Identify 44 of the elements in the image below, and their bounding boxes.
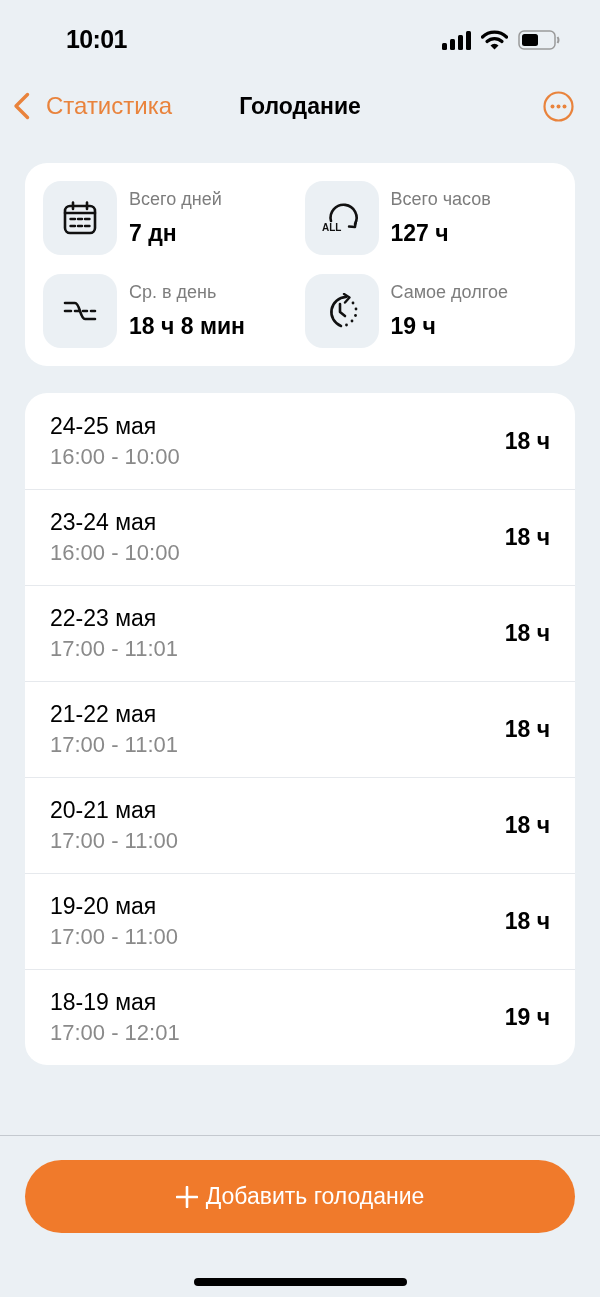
fast-duration: 18 ч (504, 907, 550, 937)
fast-dates: 24-25 мая (50, 412, 158, 440)
more-icon (543, 91, 574, 122)
fast-times: 16:00 - 10:00 (50, 540, 180, 566)
add-fast-button[interactable]: Добавить голодание (25, 1160, 575, 1233)
fast-dates: 20-21 мая (50, 797, 158, 824)
fast-dates: 18-19 мая (50, 989, 158, 1016)
fast-dates: 22-23 мая (50, 605, 158, 632)
fast-times: 17:00 - 11:01 (50, 732, 179, 758)
stat-value: 19 ч (390, 312, 437, 340)
battery-icon (518, 30, 560, 50)
plus-icon (175, 1185, 198, 1208)
stat-label: Всего дней (129, 188, 222, 210)
stat-label: Всего часов (390, 188, 491, 210)
fast-duration: 19 ч (504, 1003, 550, 1033)
stat-label: Ср. в день (129, 281, 218, 303)
clock-dotted-icon (304, 274, 379, 348)
fast-duration: 18 ч (504, 523, 550, 553)
stat-label: Самое долгое (390, 281, 508, 303)
stat-value: 7 дн (129, 219, 178, 247)
stat-value: 18 ч 8 мин (129, 312, 245, 340)
back-button[interactable]: Статистика (13, 92, 173, 120)
screen-title: Голодание (239, 94, 361, 118)
fast-dates: 23-24 мая (50, 509, 158, 536)
all-time-icon: ALL (304, 181, 379, 255)
fast-duration: 18 ч (504, 811, 550, 841)
fast-duration: 18 ч (504, 715, 550, 745)
fast-dates: 19-20 мая (50, 893, 158, 920)
fast-duration: 18 ч (504, 426, 550, 456)
fast-times: 17:00 - 11:00 (50, 828, 179, 854)
signal-icon (442, 30, 471, 50)
stat-value: 127 ч (390, 219, 450, 247)
fast-times: 17:00 - 12:01 (50, 1020, 180, 1046)
fast-duration: 18 ч (504, 619, 550, 649)
fast-times: 17:00 - 11:00 (50, 924, 179, 950)
fast-times: 17:00 - 11:01 (50, 636, 179, 662)
more-button[interactable] (543, 91, 574, 122)
fast-times: 16:00 - 10:00 (50, 443, 180, 470)
status-time: 10:01 (66, 24, 127, 56)
wifi-icon (481, 30, 508, 50)
average-curve-icon (43, 274, 117, 348)
fast-dates: 21-22 мая (50, 701, 158, 728)
chevron-left-icon (13, 92, 31, 120)
calendar-icon (43, 181, 117, 255)
